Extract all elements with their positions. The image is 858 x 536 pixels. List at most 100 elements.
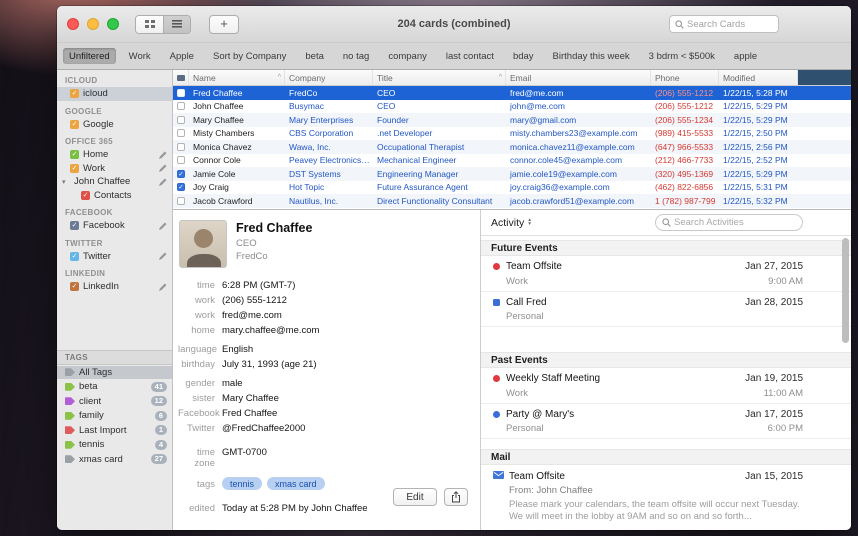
sort-indicator-icon: ^ — [276, 74, 281, 81]
column-header-modified[interactable]: Modified — [719, 70, 798, 85]
event-row-sub: Personal6:00 PM — [493, 423, 803, 434]
filter-3-bdrm-500k[interactable]: 3 bdrm < $500k — [643, 48, 721, 64]
edit-pencil-icon[interactable] — [159, 222, 167, 230]
sidebar-item-john-chaffee[interactable]: ▾John Chaffee — [57, 175, 172, 189]
row-checkbox[interactable]: ✓ — [177, 183, 185, 191]
sidebar-item-twitter[interactable]: ✓Twitter — [57, 250, 172, 264]
filter-company[interactable]: company — [382, 48, 433, 64]
activities-search-field[interactable] — [655, 214, 803, 231]
row-checkbox[interactable]: ✓ — [177, 170, 185, 178]
edit-button[interactable]: Edit — [393, 488, 437, 506]
card-column-header[interactable] — [173, 70, 189, 85]
column-header-name[interactable]: Name^ — [189, 70, 285, 85]
zoom-button[interactable] — [107, 18, 119, 30]
field-value: (206) 555-1212 — [222, 295, 287, 306]
edit-pencil-icon[interactable] — [159, 178, 167, 186]
cards-search-input[interactable] — [687, 19, 773, 30]
row-checkbox[interactable] — [177, 89, 185, 97]
cell-company: Wawa, Inc. — [285, 142, 373, 152]
account-checkbox[interactable]: ✓ — [70, 89, 79, 98]
edit-pencil-icon[interactable] — [159, 151, 167, 159]
sidebar-item-icloud[interactable]: ✓icloud — [57, 87, 172, 101]
scrollbar-thumb[interactable] — [842, 238, 849, 343]
account-checkbox[interactable]: ✓ — [70, 252, 79, 261]
row-checkbox[interactable] — [177, 143, 185, 151]
account-checkbox[interactable]: ✓ — [81, 191, 90, 200]
filter-sort-by-company[interactable]: Sort by Company — [207, 48, 292, 64]
table-row-monica-chavez[interactable]: Monica ChavezWawa, Inc.Occupational Ther… — [173, 140, 851, 154]
row-checkbox[interactable] — [177, 197, 185, 205]
table-row-john-chaffee[interactable]: John ChaffeeBusymacCEOjohn@me.com(206) 5… — [173, 100, 851, 114]
account-checkbox[interactable]: ✓ — [70, 282, 79, 291]
filter-work[interactable]: Work — [123, 48, 157, 64]
cell-company: Nautilus, Inc. — [285, 196, 373, 206]
tag-item-tennis[interactable]: tennis4 — [57, 438, 172, 452]
table-row-mary-chaffee[interactable]: Mary ChaffeeMary EnterprisesFoundermary@… — [173, 113, 851, 127]
filter-no-tag[interactable]: no tag — [337, 48, 375, 64]
account-checkbox[interactable]: ✓ — [70, 164, 79, 173]
sidebar-item-google[interactable]: ✓Google — [57, 118, 172, 132]
table-row-fred-chaffee[interactable]: Fred ChaffeeFredCoCEOfred@me.com(206) 55… — [173, 86, 851, 100]
list-view-button[interactable] — [163, 16, 190, 33]
tag-item-last-import[interactable]: Last Import1 — [57, 424, 172, 438]
window-titlebar[interactable]: + 204 cards (combined) — [57, 6, 851, 42]
table-row-connor-cole[interactable]: Connor ColePeavey Electronics Corpor...M… — [173, 154, 851, 168]
edit-pencil-icon[interactable] — [159, 164, 167, 172]
row-checkbox[interactable] — [177, 116, 185, 124]
activity-event[interactable]: Weekly Staff MeetingJan 19, 2015Work11:0… — [481, 368, 851, 404]
filter-bday[interactable]: bday — [507, 48, 540, 64]
table-header-options-button[interactable] — [798, 70, 851, 85]
minimize-button[interactable] — [87, 18, 99, 30]
row-checkbox[interactable] — [177, 156, 185, 164]
tag-pill-tennis[interactable]: tennis — [222, 477, 262, 490]
tag-item-xmas-card[interactable]: xmas card27 — [57, 453, 172, 467]
table-row-joy-craig[interactable]: ✓Joy CraigHot TopicFuture Assurance Agen… — [173, 181, 851, 195]
account-checkbox[interactable]: ✓ — [70, 221, 79, 230]
table-row-misty-chambers[interactable]: Misty ChambersCBS Corporation.net Develo… — [173, 127, 851, 141]
activity-event[interactable]: Party @ Mary'sJan 17, 2015Personal6:00 P… — [481, 404, 851, 440]
tag-item-beta[interactable]: beta41 — [57, 380, 172, 394]
disclosure-triangle-icon[interactable]: ▾ — [62, 178, 70, 186]
tag-item-family[interactable]: family6 — [57, 409, 172, 423]
close-button[interactable] — [67, 18, 79, 30]
row-checkbox[interactable] — [177, 102, 185, 110]
account-checkbox[interactable]: ✓ — [70, 150, 79, 159]
edit-pencil-icon[interactable] — [159, 252, 167, 260]
tag-item-all-tags[interactable]: All Tags — [57, 366, 172, 380]
filter-apple[interactable]: apple — [728, 48, 763, 64]
filter-apple[interactable]: Apple — [164, 48, 200, 64]
activity-event[interactable]: Call FredJan 28, 2015Personal — [481, 292, 851, 328]
filter-unfiltered[interactable]: Unfiltered — [63, 48, 116, 64]
activity-mail[interactable]: Team OffsiteJan 15, 2015From: John Chaff… — [481, 465, 851, 529]
tag-item-client[interactable]: client12 — [57, 395, 172, 409]
account-checkbox[interactable]: ✓ — [70, 120, 79, 129]
sidebar-item-linkedin[interactable]: ✓LinkedIn — [57, 280, 172, 294]
event-time: 11:00 AM — [764, 388, 803, 399]
sidebar-item-home[interactable]: ✓Home — [57, 148, 172, 162]
table-row-jacob-crawford[interactable]: Jacob CrawfordNautilus, Inc.Direct Funct… — [173, 194, 851, 208]
column-header-title[interactable]: Title^ — [373, 70, 506, 85]
tag-pill-xmas-card[interactable]: xmas card — [267, 477, 325, 490]
sidebar-item-facebook[interactable]: ✓Facebook — [57, 219, 172, 233]
cell-phone: (206) 555-1212 — [651, 101, 719, 111]
activity-event[interactable]: Team OffsiteJan 27, 2015Work9:00 AM — [481, 256, 851, 292]
share-button[interactable] — [444, 488, 468, 506]
add-card-button[interactable]: + — [209, 15, 239, 34]
sidebar-item-contacts[interactable]: ✓Contacts — [57, 189, 172, 203]
table-row-jamie-cole[interactable]: ✓Jamie ColeDST SystemsEngineering Manage… — [173, 167, 851, 181]
card-view-button[interactable] — [136, 16, 163, 33]
column-header-email[interactable]: Email — [506, 70, 651, 85]
activities-search-input[interactable] — [674, 217, 796, 228]
column-header-phone[interactable]: Phone — [651, 70, 719, 85]
cards-search-field[interactable] — [669, 15, 779, 33]
contact-identity: Fred Chaffee CEO FredCo — [236, 220, 312, 268]
row-checkbox[interactable] — [177, 129, 185, 137]
edit-pencil-icon[interactable] — [159, 283, 167, 291]
activity-scrollbar[interactable] — [842, 238, 849, 526]
filter-beta[interactable]: beta — [299, 48, 330, 64]
filter-birthday-this-week[interactable]: Birthday this week — [547, 48, 636, 64]
activity-type-select[interactable]: Activity ▴▾ — [491, 217, 531, 229]
column-header-company[interactable]: Company — [285, 70, 373, 85]
sidebar-item-work[interactable]: ✓Work — [57, 162, 172, 176]
filter-last-contact[interactable]: last contact — [440, 48, 500, 64]
